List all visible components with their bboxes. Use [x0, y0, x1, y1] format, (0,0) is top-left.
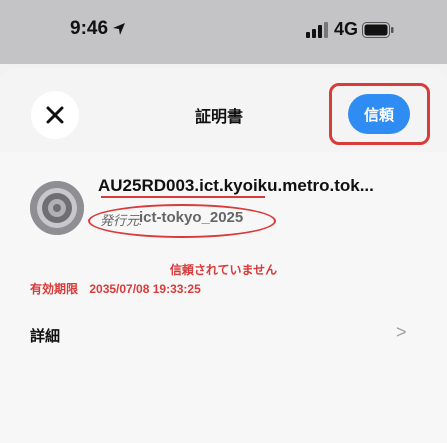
close-button[interactable] — [31, 91, 79, 139]
close-icon — [46, 106, 64, 124]
expiry-label: 有効期限 — [30, 282, 79, 296]
location-arrow-icon — [113, 23, 125, 35]
details-row[interactable] — [0, 312, 447, 354]
trust-button[interactable]: 信頼 — [348, 94, 410, 134]
network-type: 4G — [334, 19, 359, 39]
details-label: 詳細 — [30, 328, 61, 345]
certificate-name: AU25RD003.ict.kyoiku.metro.tok... — [98, 176, 374, 195]
trust-status: 信頼されていません — [169, 263, 278, 277]
expiry-row: 有効期限 2035/07/08 19:33:25 — [30, 280, 330, 297]
trust-button-label: 信頼 — [363, 106, 394, 124]
gear-certificate-icon — [30, 181, 84, 235]
battery-icon — [362, 22, 394, 38]
status-time: 9:46 — [70, 18, 109, 39]
sheet-title: 証明書 — [195, 109, 244, 126]
chevron-right-icon: > — [396, 322, 407, 342]
issuer-value: ict-tokyo_2025 — [139, 209, 244, 226]
signal-bars-icon — [306, 22, 328, 38]
issuer-label: 発行元: — [100, 213, 143, 228]
expiry-value: 2035/07/08 19:33:25 — [89, 282, 201, 296]
strike-annotation — [101, 196, 265, 198]
